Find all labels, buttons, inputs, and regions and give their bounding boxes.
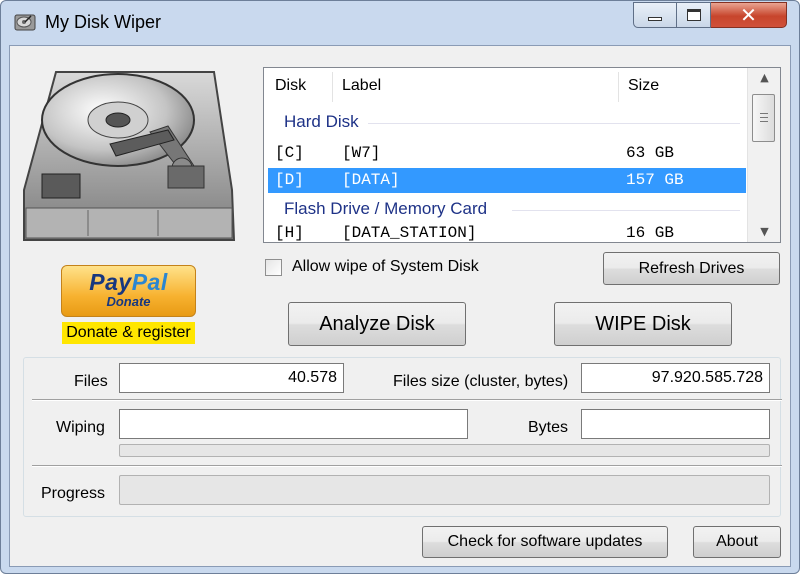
divider xyxy=(32,399,782,401)
scroll-up-icon[interactable]: ▲ xyxy=(748,68,780,88)
files-label: Files xyxy=(74,373,108,390)
divider xyxy=(32,465,782,467)
refresh-drives-button[interactable]: Refresh Drives xyxy=(603,252,780,285)
drive-row-h[interactable]: [H] [DATA_STATION] 16 GB xyxy=(268,221,746,242)
drive-size: 157 GB xyxy=(626,171,684,189)
drive-list-header: Disk Label Size xyxy=(264,68,746,104)
drive-size: 63 GB xyxy=(626,144,675,162)
close-button[interactable]: ✕ xyxy=(711,2,787,28)
group-header-flash-drive: Flash Drive / Memory Card xyxy=(284,199,488,218)
hard-drive-image xyxy=(23,71,236,241)
drive-disk: [H] xyxy=(275,224,304,242)
drive-list[interactable]: Disk Label Size Hard Disk [C] [W7] 63 GB… xyxy=(263,67,781,243)
check-updates-button[interactable]: Check for software updates xyxy=(422,526,668,558)
scroll-grip xyxy=(760,121,768,122)
column-header-disk[interactable]: Disk xyxy=(275,68,306,104)
wiping-progress-bar xyxy=(119,444,770,457)
scroll-grip xyxy=(760,113,768,114)
overall-progress-bar xyxy=(119,475,770,505)
progress-label: Progress xyxy=(41,485,106,502)
minimize-icon xyxy=(648,17,662,21)
wiping-field xyxy=(119,409,468,439)
drive-label: [DATA_STATION] xyxy=(342,224,477,242)
drive-size: 16 GB xyxy=(626,224,675,242)
window-controls: ✕ xyxy=(633,2,787,30)
close-icon: ✕ xyxy=(740,3,757,27)
status-panel: Files 40.578 Files size (cluster, bytes)… xyxy=(23,357,782,517)
analyze-disk-button[interactable]: Analyze Disk xyxy=(288,302,466,346)
drive-disk: [C] xyxy=(275,144,304,162)
files-count-field: 40.578 xyxy=(119,363,344,393)
bytes-field xyxy=(581,409,770,439)
column-separator xyxy=(332,72,333,102)
paypal-donate-button[interactable]: PayPal Donate xyxy=(61,265,196,317)
column-header-size[interactable]: Size xyxy=(628,68,659,104)
drive-label: [DATA] xyxy=(342,171,400,189)
scroll-thumb[interactable] xyxy=(752,94,775,142)
title-bar[interactable]: My Disk Wiper ✕ xyxy=(1,1,799,45)
minimize-button[interactable] xyxy=(633,2,677,28)
app-window: My Disk Wiper ✕ PayPal Donate Donate & r… xyxy=(0,0,800,574)
allow-system-wipe-checkbox[interactable] xyxy=(265,259,282,276)
scroll-grip xyxy=(760,117,768,118)
drive-row-c[interactable]: [C] [W7] 63 GB xyxy=(268,141,746,166)
drive-disk: [D] xyxy=(275,171,304,189)
paypal-logo: PayPal xyxy=(89,269,168,295)
scroll-down-icon[interactable]: ▼ xyxy=(748,222,780,242)
drive-label: [W7] xyxy=(342,144,381,162)
disk-wiper-icon xyxy=(14,14,36,31)
column-header-label[interactable]: Label xyxy=(342,68,381,104)
drive-row-d[interactable]: [D] [DATA] 157 GB xyxy=(268,168,746,193)
group-divider xyxy=(512,210,740,211)
drive-list-scrollbar[interactable]: ▲ ▼ xyxy=(747,68,780,242)
files-size-label: Files size (cluster, bytes) xyxy=(393,373,569,390)
maximize-icon xyxy=(686,9,701,21)
donate-register-link[interactable]: Donate & register xyxy=(62,322,195,344)
bytes-label: Bytes xyxy=(528,419,569,436)
paypal-donate-text: Donate xyxy=(106,294,151,309)
maximize-button[interactable] xyxy=(677,2,711,28)
wiping-label: Wiping xyxy=(56,419,105,436)
window-title: My Disk Wiper xyxy=(45,12,161,32)
column-separator xyxy=(618,72,619,102)
wipe-disk-button[interactable]: WIPE Disk xyxy=(554,302,732,346)
group-divider xyxy=(368,123,740,124)
main-panel: PayPal Donate Donate & register Disk Lab… xyxy=(9,45,791,567)
group-header-hard-disk: Hard Disk xyxy=(284,112,359,131)
about-button[interactable]: About xyxy=(693,526,781,558)
allow-system-wipe-label[interactable]: Allow wipe of System Disk xyxy=(292,258,479,276)
files-size-field: 97.920.585.728 xyxy=(581,363,770,393)
